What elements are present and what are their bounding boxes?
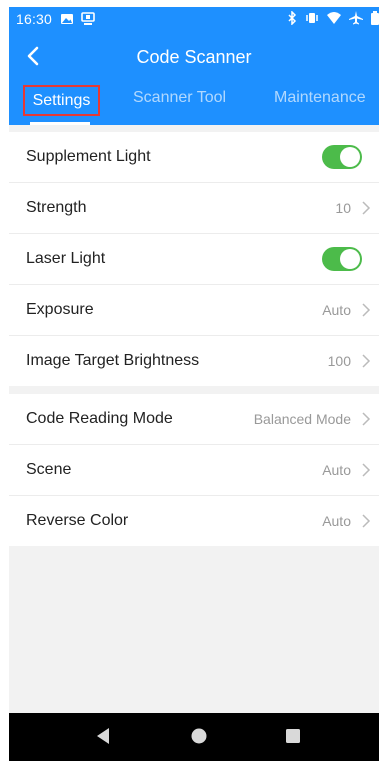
setting-supplement-light: Supplement Light (9, 132, 379, 183)
setting-reverse-color[interactable]: Reverse Color Auto (9, 496, 379, 546)
phone-screen: 16:30 Code Scanner Settings Scanner Tool… (9, 7, 379, 761)
tab-scanner-tool[interactable]: Scanner Tool (133, 89, 226, 107)
setting-value: Auto (322, 513, 351, 529)
monitor-icon (81, 12, 95, 26)
setting-value: Balanced Mode (253, 411, 351, 427)
laser-light-toggle[interactable] (322, 247, 362, 271)
tab-settings-label: Settings (32, 91, 91, 109)
settings-group-2: Code Reading Mode Balanced Mode Scene Au… (9, 394, 379, 546)
app-bar: Code Scanner (9, 37, 379, 77)
chevron-right-icon (362, 412, 371, 426)
battery-icon (371, 11, 379, 25)
status-right-icons (287, 11, 379, 25)
airplane-icon (349, 11, 363, 25)
toggle-knob (340, 147, 360, 167)
setting-label: Code Reading Mode (26, 410, 173, 427)
tab-settings[interactable]: Settings (23, 85, 100, 116)
setting-exposure[interactable]: Exposure Auto (9, 285, 379, 336)
active-tab-indicator (30, 122, 90, 125)
setting-value: 100 (327, 353, 351, 369)
wifi-icon (327, 11, 341, 25)
status-left-icons (60, 12, 95, 26)
setting-value: 10 (335, 200, 351, 216)
setting-label: Supplement Light (26, 148, 151, 165)
setting-label: Laser Light (26, 250, 106, 267)
nav-recent-icon[interactable] (285, 727, 301, 749)
chevron-right-icon (362, 303, 371, 317)
chevron-right-icon (362, 514, 371, 528)
status-bar: 16:30 (9, 7, 379, 31)
nav-back-icon[interactable] (95, 727, 111, 750)
setting-label: Scene (26, 461, 72, 478)
image-icon (60, 12, 74, 26)
chevron-right-icon (362, 463, 371, 477)
toggle-knob (340, 249, 360, 269)
chevron-right-icon (362, 201, 371, 215)
tab-maintenance[interactable]: Maintenance (274, 89, 366, 107)
settings-group-1: Supplement Light Strength 10 Laser Light… (9, 132, 379, 386)
setting-strength[interactable]: Strength 10 (9, 183, 379, 234)
header: 16:30 Code Scanner Settings Scanner Tool… (9, 7, 379, 125)
vibrate-icon (305, 11, 319, 25)
setting-label: Strength (26, 199, 87, 216)
chevron-right-icon (362, 354, 371, 368)
setting-label: Exposure (26, 301, 94, 318)
nav-home-icon[interactable] (190, 727, 208, 750)
setting-value: Auto (322, 462, 351, 478)
setting-label: Reverse Color (26, 512, 129, 529)
setting-image-target-brightness[interactable]: Image Target Brightness 100 (9, 336, 379, 386)
setting-scene[interactable]: Scene Auto (9, 445, 379, 496)
setting-laser-light: Laser Light (9, 234, 379, 285)
setting-label: Image Target Brightness (26, 352, 200, 369)
bluetooth-icon (287, 11, 297, 25)
tab-bar: Settings Scanner Tool Maintenance (9, 85, 379, 125)
setting-value: Auto (322, 302, 351, 318)
page-title: Code Scanner (136, 47, 252, 67)
navigation-bar (9, 713, 379, 761)
supplement-light-toggle[interactable] (322, 145, 362, 169)
setting-code-reading-mode[interactable]: Code Reading Mode Balanced Mode (9, 394, 379, 445)
status-time: 16:30 (16, 11, 53, 27)
